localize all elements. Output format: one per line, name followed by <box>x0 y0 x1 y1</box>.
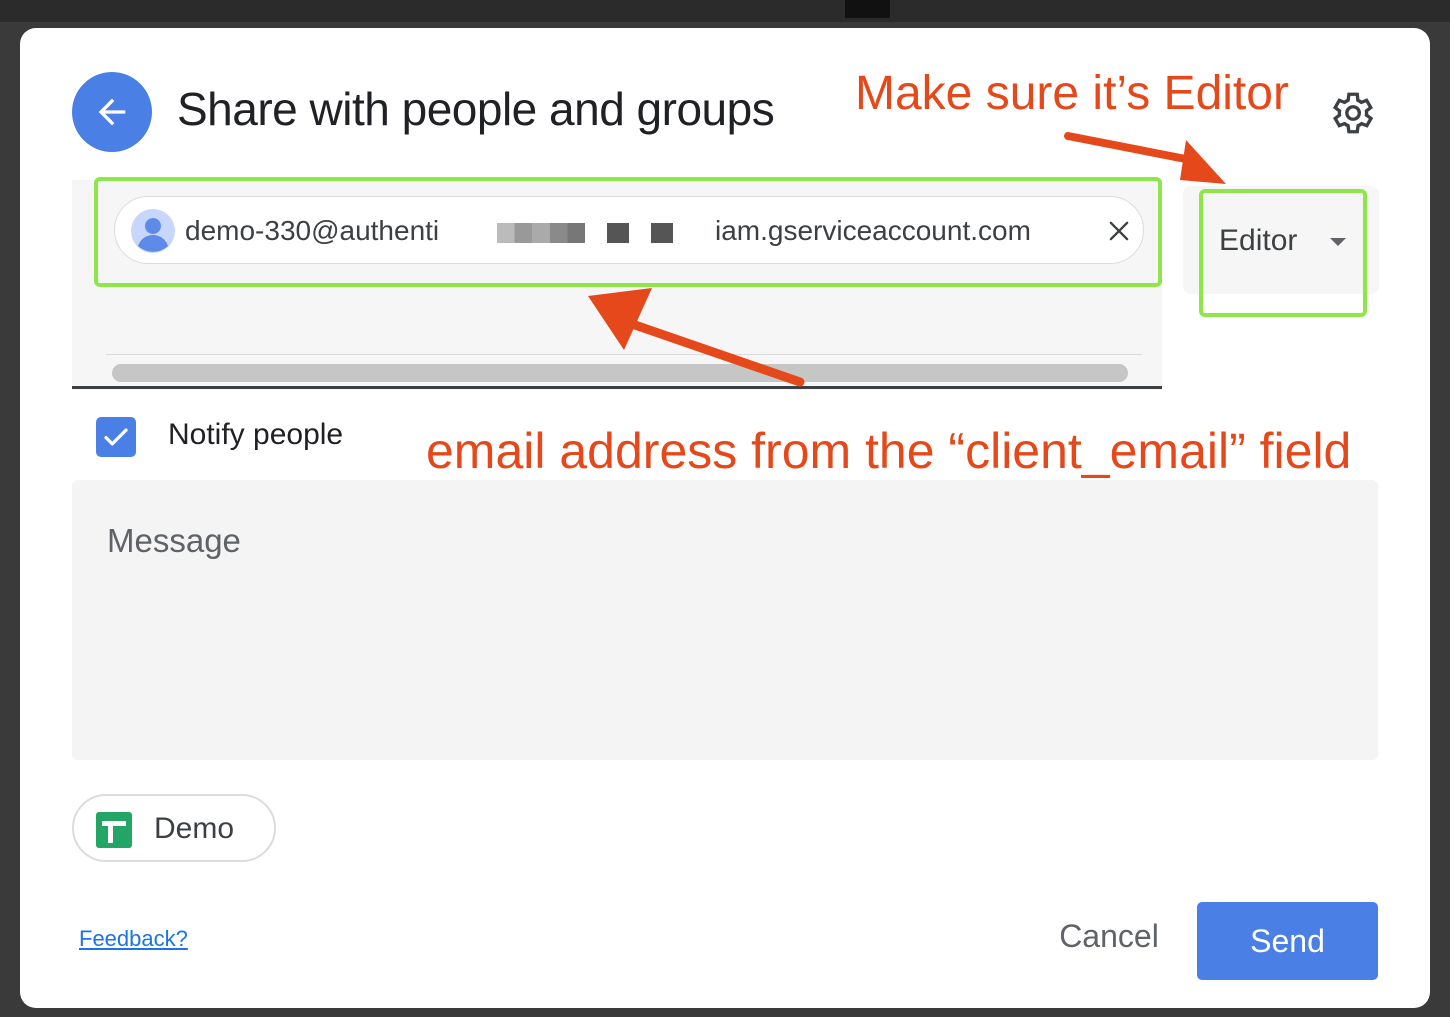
annotation-editor-note: Make sure it’s Editor <box>855 67 1289 120</box>
notify-checkbox[interactable] <box>96 417 136 457</box>
file-chip[interactable]: Demo <box>72 794 276 862</box>
check-icon <box>104 428 128 446</box>
annotation-arrowhead-email <box>588 288 652 350</box>
background-app-strip <box>0 0 1450 22</box>
annotation-email-note: email address from the “client_email” fi… <box>426 423 1352 479</box>
notify-label: Notify people <box>168 418 344 451</box>
share-dialog: Share with people and groups demo-330@au… <box>20 28 1430 1008</box>
send-button[interactable]: Send <box>1197 902 1378 980</box>
feedback-link[interactable]: Feedback? <box>79 926 188 952</box>
background-tab-block <box>845 0 890 18</box>
annotation-arrow-to-email <box>627 319 805 387</box>
sheets-icon <box>96 812 132 848</box>
annotation-arrow-to-role <box>1064 132 1200 165</box>
file-chip-label: Demo <box>154 812 235 845</box>
annotation-arrowhead-role <box>1180 140 1226 184</box>
message-textarea[interactable] <box>72 480 1378 760</box>
cancel-button[interactable]: Cancel <box>1034 904 1184 968</box>
message-placeholder: Message <box>107 522 241 559</box>
